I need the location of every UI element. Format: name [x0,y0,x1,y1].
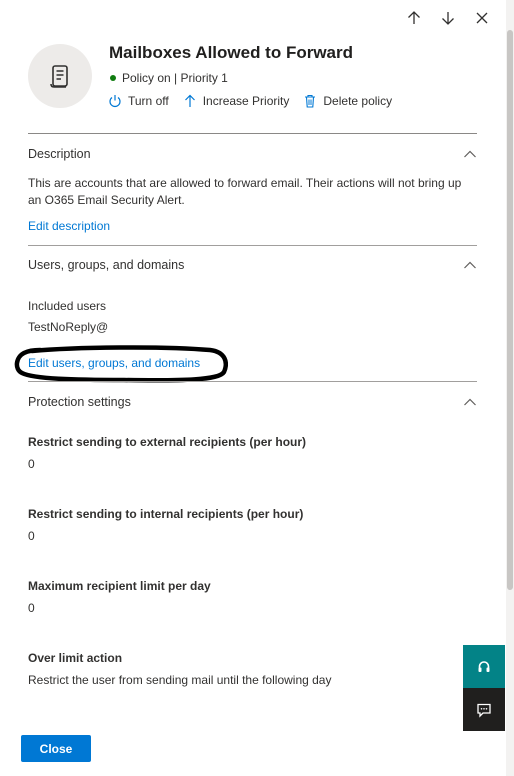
power-icon [109,95,121,108]
included-users-value: TestNoReply@ [28,320,109,334]
chevron-up-icon[interactable] [463,397,477,407]
chevron-up-icon[interactable] [463,260,477,270]
panel-nav [404,8,492,28]
setting-label: Over limit action [28,651,123,665]
edit-description-link[interactable]: Edit description [28,219,110,233]
setting-value: 0 [28,601,35,615]
turn-off-button[interactable]: Turn off [108,94,169,108]
setting-label: Restrict sending to external recipients … [28,435,307,449]
delete-policy-button[interactable]: Delete policy [303,94,392,108]
description-divider [28,245,477,246]
increase-priority-button[interactable]: Increase Priority [183,94,290,108]
included-users-label: Included users [28,299,107,313]
arrow-up-icon [184,94,195,107]
users-header-label: Users, groups, and domains [28,258,185,272]
users-section-header[interactable]: Users, groups, and domains [28,253,477,277]
policy-actions: Turn off Increase Priority Delete policy [108,94,392,108]
scrollbar-thumb[interactable] [507,30,513,590]
page-title: Mailboxes Allowed to Forward [109,43,354,62]
setting-label: Maximum recipient limit per day [28,579,211,593]
status-text: Policy on | Priority 1 [122,71,228,85]
description-header-label: Description [28,147,91,161]
setting-value: 0 [28,529,35,543]
description-text: This are accounts that are allowed to fo… [28,176,462,207]
setting-value: 0 [28,457,35,471]
chevron-up-icon[interactable] [463,149,477,159]
users-divider [28,381,477,382]
status-dot [110,75,116,81]
policy-avatar [28,44,92,108]
arrow-down-icon [442,12,454,25]
headset-icon [478,660,490,672]
close-panel-button[interactable] [472,8,492,28]
protection-section-header[interactable]: Protection settings [28,390,477,414]
support-button[interactable] [463,645,505,688]
feedback-button[interactable] [463,688,505,731]
close-button[interactable]: Close [21,735,91,762]
setting-label: Restrict sending to internal recipients … [28,507,304,521]
protection-header-label: Protection settings [28,395,131,409]
setting-value: Restrict the user from sending mail unti… [28,673,332,687]
increase-priority-label: Increase Priority [202,94,290,108]
panel-scrollbar[interactable] [506,0,514,776]
policy-scroll-icon [50,65,68,88]
arrow-up-icon [408,11,420,24]
previous-item-button[interactable] [404,8,424,28]
chat-icon [477,703,491,718]
delete-policy-label: Delete policy [323,94,393,108]
next-item-button[interactable] [438,8,458,28]
turn-off-label: Turn off [128,94,169,108]
close-icon [476,12,488,24]
policy-status: Policy on | Priority 1 [110,71,228,85]
header-divider [28,133,477,134]
description-section-header[interactable]: Description [28,142,477,166]
edit-users-link[interactable]: Edit users, groups, and domains [28,356,200,370]
trash-icon [305,94,316,108]
